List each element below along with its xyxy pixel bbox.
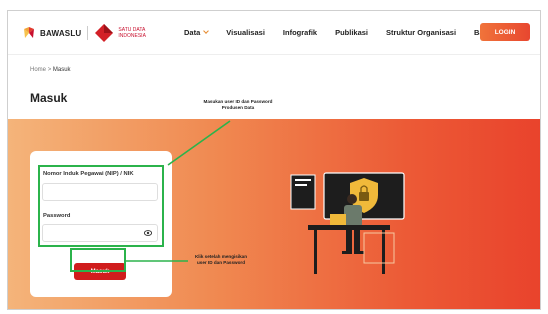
screen-shield-icon [323, 172, 405, 220]
wall-panel-icon [290, 174, 316, 210]
security-illustration [290, 172, 405, 274]
page-frame: BAWASLU SATU DATA INDONESIA Data Visuali… [7, 10, 541, 310]
